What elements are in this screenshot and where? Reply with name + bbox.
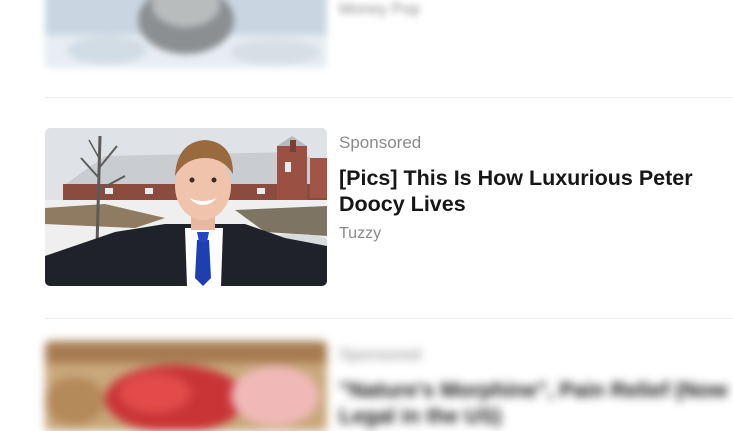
headline-line[interactable]: "Nature's Morphine", Pain Relief (Now	[339, 377, 733, 403]
sponsored-label: Sponsored	[339, 133, 422, 152]
feed-card[interactable]: Money Pop	[45, 0, 733, 70]
sponsored-label: Sponsored	[339, 345, 422, 364]
feed-card[interactable]: Sponsored "Nature's Morphine", Pain Reli…	[45, 341, 733, 431]
thumbnail-image[interactable]	[45, 128, 327, 286]
thumbnail-image[interactable]	[45, 0, 327, 68]
headline-link[interactable]: [Pics] This Is How Luxurious Peter Doocy…	[339, 165, 733, 217]
headline-link[interactable]: "Nature's Morphine", Pain Relief (Now Le…	[339, 377, 733, 429]
headline-line[interactable]: Legal in the US)	[339, 403, 733, 429]
headline-line[interactable]: Doocy Lives	[339, 191, 733, 217]
food-photo-icon	[45, 341, 327, 431]
source-label[interactable]: Tuzzy	[339, 224, 733, 244]
divider	[45, 97, 733, 98]
thumbnail-image[interactable]	[45, 341, 327, 431]
source-label[interactable]: Money Pop	[339, 0, 733, 20]
man-in-suit-photo-icon	[45, 128, 327, 286]
feed-card[interactable]: Sponsored [Pics] This Is How Luxurious P…	[45, 128, 733, 286]
snow-globe-photo-icon	[45, 0, 327, 68]
divider	[45, 318, 733, 319]
headline-line[interactable]: [Pics] This Is How Luxurious Peter	[339, 165, 733, 191]
